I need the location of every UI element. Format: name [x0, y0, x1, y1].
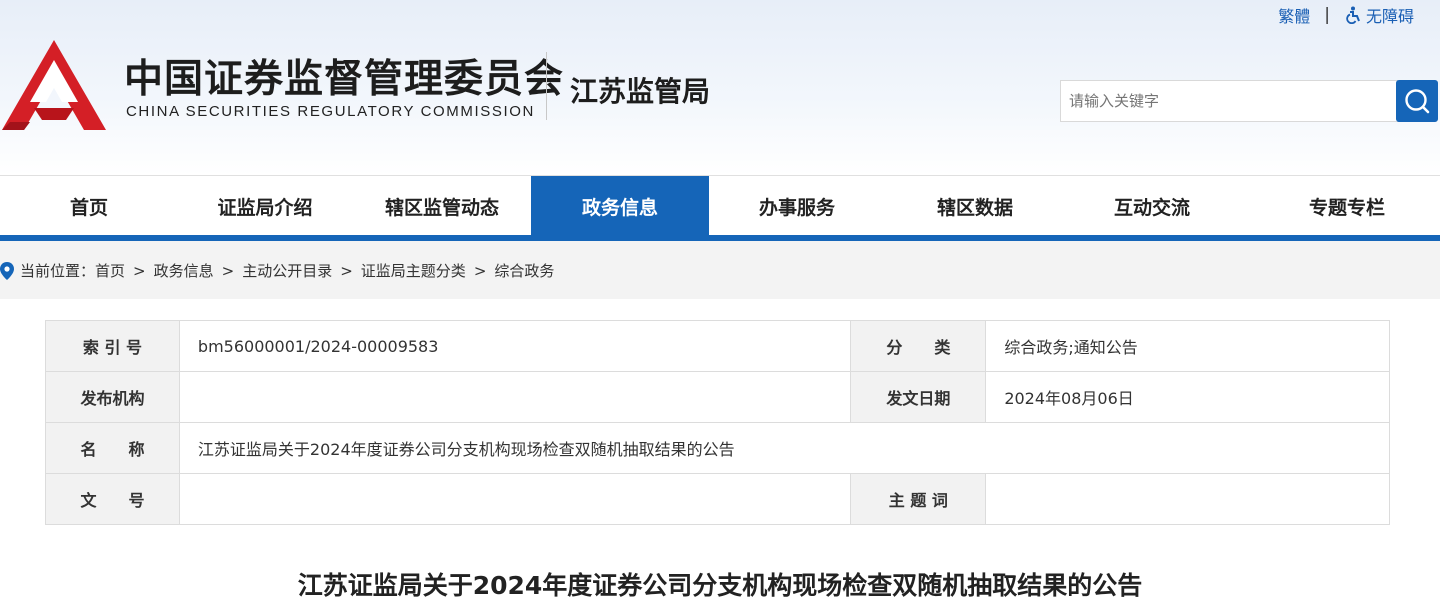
nav-item-home[interactable]: 首页 [0, 176, 178, 236]
publisher-value [178, 371, 852, 423]
nav-item-special-topics[interactable]: 专题专栏 [1258, 176, 1436, 236]
main-nav: 首页 证监局介绍 辖区监管动态 政务信息 办事服务 辖区数据 互动交流 专题专栏 [0, 175, 1440, 241]
article-title: 江苏证监局关于2024年度证券公司分支机构现场检查双随机抽取结果的公告 [297, 571, 1143, 600]
index-number-value: bm56000001/2024-00009583 [178, 320, 852, 372]
breadcrumb-item-government-info[interactable]: 政务信息 [154, 260, 214, 281]
site-header: 繁體 | 无障碍 中国证券监督管理委员会 CHINA SECURITIES RE… [0, 0, 1440, 175]
table-row: 文 号 主 题 词 [45, 473, 1390, 525]
nav-item-services[interactable]: 办事服务 [708, 176, 886, 236]
doc-number-label: 文 号 [45, 473, 180, 525]
nav-item-jurisdiction-data[interactable]: 辖区数据 [886, 176, 1064, 236]
logo-divider [546, 52, 547, 120]
breadcrumb: 当前位置： 首页 > 政务信息 > 主动公开目录 > 证监局主题分类 > 综合政… [0, 260, 554, 281]
breadcrumb-item-public-catalog[interactable]: 主动公开目录 [242, 260, 332, 281]
bureau-name: 江苏监管局 [570, 75, 711, 108]
breadcrumb-separator: > [221, 261, 235, 280]
issue-date-value: 2024年08月06日 [985, 371, 1390, 423]
nav-item-bureau-intro[interactable]: 证监局介绍 [176, 176, 354, 236]
keywords-label: 主 题 词 [850, 473, 987, 525]
table-row: 发布机构 发文日期 2024年08月06日 [45, 371, 1390, 423]
breadcrumb-separator: > [340, 261, 353, 280]
table-row: 名 称 江苏证监局关于2024年度证券公司分支机构现场检查双随机抽取结果的公告 [45, 422, 1391, 474]
csrc-logo-icon[interactable] [0, 38, 108, 134]
breadcrumb-bar: 当前位置： 首页 > 政务信息 > 主动公开目录 > 证监局主题分类 > 综合政… [0, 241, 1440, 299]
breadcrumb-separator: > [473, 261, 487, 280]
search-button[interactable] [1396, 80, 1438, 122]
breadcrumb-item-topic-category[interactable]: 证监局主题分类 [361, 260, 466, 281]
index-number-label: 索 引 号 [45, 320, 180, 372]
breadcrumb-item-general-affairs[interactable]: 综合政务 [494, 260, 554, 281]
accessibility-label: 无障碍 [1365, 7, 1414, 26]
publisher-label: 发布机构 [45, 371, 180, 423]
breadcrumb-separator: > [133, 261, 146, 280]
commission-name-en: CHINA SECURITIES REGULATORY COMMISSION [126, 103, 535, 120]
category-label: 分 类 [850, 320, 987, 372]
breadcrumb-item-home[interactable]: 首页 [95, 260, 125, 281]
table-row: 索 引 号 bm56000001/2024-00009583 分 类 综合政务;… [45, 320, 1390, 372]
nav-item-interaction[interactable]: 互动交流 [1063, 176, 1241, 236]
doc-name-value: 江苏证监局关于2024年度证券公司分支机构现场检查双随机抽取结果的公告 [178, 422, 1391, 474]
keywords-value [985, 473, 1390, 525]
accessibility-link[interactable]: 无障碍 [1344, 3, 1414, 27]
accessibility-icon [1346, 6, 1360, 24]
search-icon [1405, 89, 1430, 114]
top-links: 繁體 | 无障碍 [1278, 4, 1414, 26]
breadcrumb-prefix: 当前位置： [20, 262, 96, 280]
traditional-chinese-link[interactable]: 繁體 [1278, 3, 1310, 27]
category-value: 综合政务;通知公告 [985, 320, 1390, 372]
doc-number-value [178, 473, 852, 525]
location-pin-icon [0, 261, 14, 280]
document-info-table: 索 引 号 bm56000001/2024-00009583 分 类 综合政务;… [45, 320, 1391, 525]
nav-item-government-info[interactable]: 政务信息 [531, 176, 709, 236]
issue-date-label: 发文日期 [850, 371, 987, 423]
doc-name-label: 名 称 [45, 422, 180, 474]
commission-name-cn: 中国证券监督管理委员会 [124, 57, 565, 102]
nav-item-regulatory-news[interactable]: 辖区监管动态 [353, 176, 531, 236]
top-links-separator: | [1324, 5, 1330, 25]
search-input[interactable] [1060, 80, 1398, 122]
